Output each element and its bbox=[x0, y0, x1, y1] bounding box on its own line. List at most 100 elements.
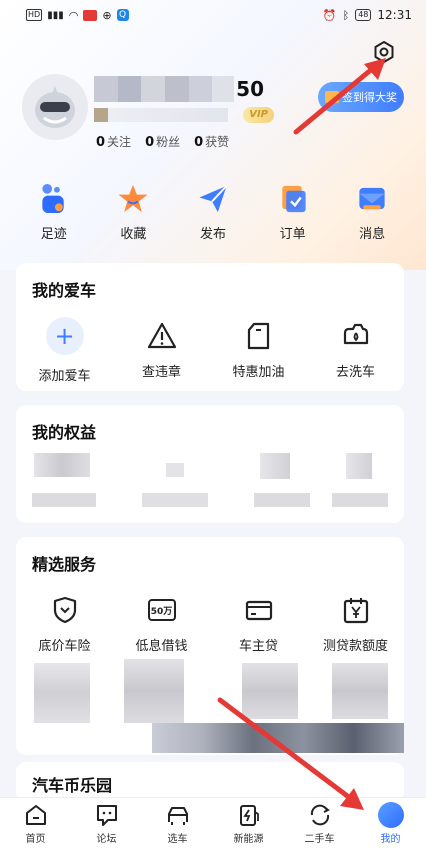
used-car-icon bbox=[310, 804, 330, 826]
status-left: HD ▮▮▮ ◠ ⊕ Q bbox=[26, 9, 129, 22]
benefit-blur-2b bbox=[142, 493, 208, 507]
nav-used-car-label: 二手车 bbox=[304, 834, 335, 845]
card-icon bbox=[245, 600, 272, 621]
quick-footprint[interactable]: 足迹 bbox=[24, 182, 84, 242]
benefit-blur-1[interactable] bbox=[34, 453, 90, 477]
benefit-blur-2[interactable] bbox=[166, 463, 184, 477]
quick-actions: 足迹 收藏 发布 订单 消息 bbox=[0, 182, 426, 242]
hd-indicator: HD bbox=[26, 9, 43, 21]
quick-messages-label: 消息 bbox=[359, 227, 386, 242]
wifi-icon: ◠ bbox=[68, 8, 79, 22]
globe-icon: ⊕ bbox=[102, 8, 112, 22]
benefits-title: 我的权益 bbox=[32, 423, 97, 442]
car-select-icon bbox=[167, 807, 188, 825]
add-car-label: 添加爱车 bbox=[38, 369, 91, 384]
nav-select-car-label: 选车 bbox=[167, 834, 188, 845]
check-violations-button[interactable]: 查违章 bbox=[117, 317, 207, 384]
insurance-label: 底价车险 bbox=[38, 639, 91, 654]
stat-following[interactable]: 0 关注 bbox=[96, 133, 131, 150]
service-promo-strip bbox=[152, 723, 404, 753]
owner-loan-button[interactable]: 车主贷 bbox=[214, 595, 304, 654]
discount-fuel-button[interactable]: 特惠加油 bbox=[214, 317, 304, 384]
search-app-icon: Q bbox=[116, 9, 129, 21]
profile-stats: 0 关注 0 粉丝 0 获赞 bbox=[96, 133, 229, 150]
services-card: 精选服务 底价车险 50万 低息借钱 车主贷 测贷款额度 bbox=[16, 537, 404, 755]
loan-limit-label: 测贷款额度 bbox=[322, 639, 388, 654]
quick-messages[interactable]: 消息 bbox=[342, 182, 402, 242]
level-badge-blur bbox=[94, 108, 108, 122]
car-wash-label: 去洗车 bbox=[335, 365, 375, 380]
my-car-title: 我的爱车 bbox=[32, 281, 97, 300]
nav-home[interactable]: 首页 bbox=[6, 802, 66, 845]
my-car-card: 我的爱车 + 添加爱车 查违章 特惠加油 去洗车 bbox=[16, 263, 404, 391]
stat-likes[interactable]: 0 获赞 bbox=[194, 133, 229, 150]
service-promo-blur-1[interactable] bbox=[34, 663, 90, 723]
check-violations-label: 查违章 bbox=[141, 365, 181, 380]
signal-icon: ▮▮▮ bbox=[47, 9, 64, 21]
fun-park-title: 汽车币乐园 bbox=[32, 776, 113, 795]
service-promo-blur-4[interactable] bbox=[332, 663, 388, 719]
add-car-button[interactable]: + 添加爱车 bbox=[20, 317, 110, 384]
forum-icon bbox=[96, 805, 117, 826]
nav-forum[interactable]: 论坛 bbox=[77, 802, 137, 845]
quick-publish-label: 发布 bbox=[199, 227, 226, 242]
stat-followers[interactable]: 0 粉丝 bbox=[145, 133, 180, 150]
quick-orders[interactable]: 订单 bbox=[263, 182, 323, 242]
owner-loan-label: 车主贷 bbox=[238, 639, 278, 654]
insurance-button[interactable]: 底价车险 bbox=[20, 595, 110, 654]
nav-ev[interactable]: 新能源 bbox=[219, 802, 279, 845]
vip-badge[interactable]: VIP bbox=[243, 107, 274, 123]
calendar-yen-icon bbox=[343, 598, 368, 624]
nav-home-label: 首页 bbox=[25, 834, 46, 845]
benefit-blur-3[interactable] bbox=[260, 453, 290, 479]
services-title: 精选服务 bbox=[32, 555, 97, 574]
nav-profile-label: 我的 bbox=[380, 834, 401, 845]
nav-ev-label: 新能源 bbox=[233, 834, 264, 845]
quick-publish[interactable]: 发布 bbox=[183, 182, 243, 242]
bluetooth-icon: ᛒ bbox=[342, 8, 350, 22]
signin-label: 签到得大奖 bbox=[342, 91, 397, 104]
username: 50 bbox=[94, 76, 264, 102]
signin-reward-button[interactable]: 签到得大奖 bbox=[318, 82, 404, 112]
star-icon bbox=[118, 184, 148, 213]
benefits-card: 我的权益 bbox=[16, 405, 404, 523]
warning-icon bbox=[147, 322, 176, 349]
service-promo-blur-3[interactable] bbox=[242, 663, 298, 719]
status-right: ⏰ ᛒ 48 12:31 bbox=[323, 8, 412, 22]
vip-row: VIP bbox=[94, 106, 274, 124]
order-icon bbox=[281, 185, 306, 213]
gift-icon bbox=[325, 91, 339, 103]
robot-avatar-icon bbox=[35, 86, 75, 128]
loan-limit-button[interactable]: 测贷款额度 bbox=[311, 595, 401, 654]
nav-profile[interactable]: 我的 bbox=[361, 802, 421, 845]
low-interest-loan-button[interactable]: 50万 低息借钱 bbox=[117, 595, 207, 654]
news-app-icon bbox=[83, 9, 98, 21]
car-wash-button[interactable]: 去洗车 bbox=[311, 317, 401, 384]
status-time: 12:31 bbox=[377, 8, 412, 22]
quick-favorites[interactable]: 收藏 bbox=[103, 182, 163, 242]
username-tail: 50 bbox=[236, 77, 264, 101]
nav-used-car[interactable]: 二手车 bbox=[290, 802, 350, 845]
settings-button[interactable] bbox=[370, 38, 398, 66]
blurred-info bbox=[108, 108, 228, 122]
home-icon bbox=[25, 805, 46, 825]
footprint-icon bbox=[42, 183, 64, 214]
nav-select-car[interactable]: 选车 bbox=[148, 802, 208, 845]
message-icon bbox=[359, 187, 385, 210]
benefit-blur-4b bbox=[332, 493, 388, 507]
fuel-icon bbox=[247, 322, 269, 350]
bottom-nav: 首页 论坛 选车 新能源 二手车 我的 bbox=[0, 797, 426, 849]
battery-indicator: 48 bbox=[355, 9, 372, 21]
send-icon bbox=[199, 185, 228, 213]
service-promo-blur-2[interactable] bbox=[124, 659, 184, 723]
alarm-icon: ⏰ bbox=[322, 8, 337, 22]
gear-icon bbox=[374, 41, 394, 63]
avatar[interactable] bbox=[22, 74, 88, 140]
benefit-blur-4[interactable] bbox=[346, 453, 372, 479]
status-bar: HD ▮▮▮ ◠ ⊕ Q ⏰ ᛒ 48 12:31 bbox=[0, 0, 426, 30]
loan-50k-icon: 50万 bbox=[147, 599, 176, 621]
quick-favorites-label: 收藏 bbox=[120, 227, 147, 242]
shield-icon bbox=[53, 596, 76, 624]
car-wash-icon bbox=[343, 323, 368, 345]
discount-fuel-label: 特惠加油 bbox=[232, 365, 285, 380]
